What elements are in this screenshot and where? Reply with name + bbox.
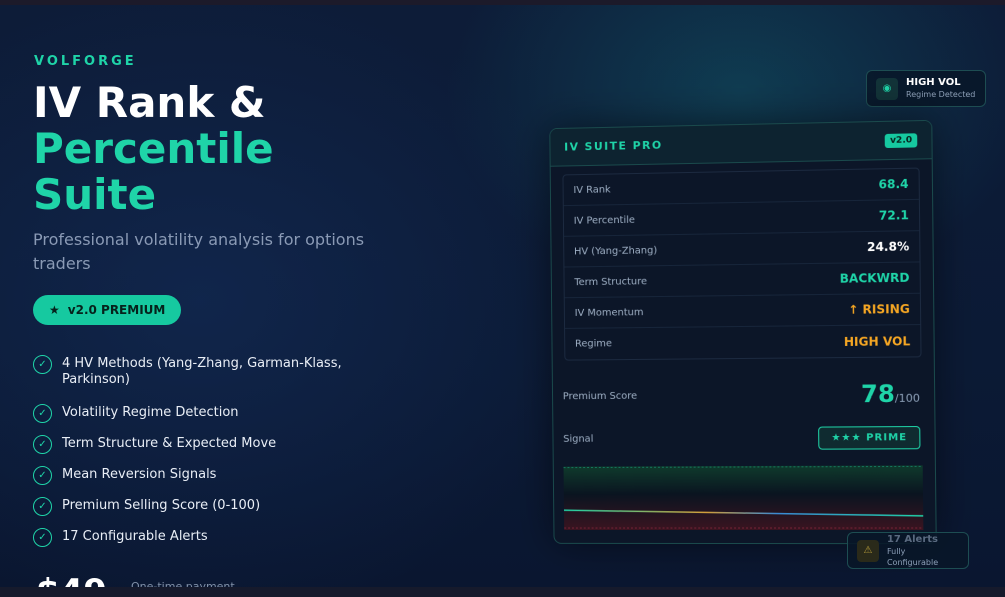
metric-value: 24.8% (866, 239, 910, 255)
bottom-bar (0, 587, 1005, 597)
mini-chart-svg (563, 465, 924, 531)
premium-badge: ★ v2.0 PREMIUM (33, 295, 182, 325)
alerts-chip: ⚠ 17 Alerts Fully Configurable (847, 532, 969, 569)
feature-text: 17 Configurable Alerts (62, 529, 208, 544)
indicator-panel: IV SUITE PRO v2.0 IV Rank 68.4 IV Percen… (549, 119, 937, 545)
metric-label: IV Rank (573, 183, 611, 196)
hero-line-1: IV Rank & (33, 78, 266, 127)
chart-upper-zone (563, 465, 923, 495)
metrics-table: IV Rank 68.4 IV Percentile 72.1 HV (Yang… (562, 167, 922, 361)
feature-text: Premium Selling Score (0-100) (62, 498, 261, 513)
feature-text: Volatility Regime Detection (62, 405, 239, 420)
metric-label: HV (Yang-Zhang) (573, 244, 658, 257)
metric-label: IV Percentile (573, 214, 636, 227)
feature-text: Mean Reversion Signals (62, 467, 217, 482)
metric-label: Term Structure (574, 275, 648, 288)
metric-label: Regime (574, 338, 613, 350)
signal-badge[interactable]: ★★★ PRIME (818, 426, 921, 450)
hero-subtitle: Professional volatility analysis for opt… (33, 230, 365, 273)
panel-title: IV SUITE PRO (564, 138, 663, 154)
metric-value: HIGH VOL (843, 333, 911, 349)
check-icon: ✓ (33, 355, 52, 374)
feature-item: ✓ 4 HV Methods (Yang-Zhang, Garman-Klass… (33, 355, 393, 388)
hero-line-3: Suite (33, 170, 157, 219)
iv-mini-chart (563, 465, 924, 531)
alerts-chip-subtitle: Fully Configurable (886, 546, 939, 567)
warning-icon: ⚠ (857, 539, 879, 562)
badge-label: v2.0 PREMIUM (67, 303, 166, 317)
signal-row: Signal ★★★ PRIME (553, 426, 934, 451)
check-icon: ✓ (33, 466, 52, 485)
feature-text: 4 HV Methods (Yang-Zhang, Garman-Klass, … (62, 356, 342, 387)
check-icon: ✓ (33, 435, 52, 454)
feature-item: ✓ Term Structure & Expected Move (33, 435, 393, 454)
check-icon: ✓ (33, 528, 52, 547)
check-icon: ✓ (33, 404, 52, 423)
metric-row: IV Momentum ↑ RISING (564, 293, 921, 329)
metric-row: HV (Yang-Zhang) 24.8% (564, 231, 920, 268)
feature-item: ✓ Premium Selling Score (0-100) (33, 497, 393, 516)
metric-row: Term Structure BACKWRD (564, 262, 920, 299)
metric-row: Regime HIGH VOL (565, 325, 920, 360)
panel-header: IV SUITE PRO v2.0 (550, 120, 932, 167)
version-badge: v2.0 (884, 132, 918, 148)
metric-value: 72.1 (878, 208, 909, 223)
feature-item: ✓ Mean Reversion Signals (33, 466, 393, 485)
hero-title: IV Rank & Percentile Suite (33, 80, 274, 218)
feature-item: ✓ Volatility Regime Detection (33, 404, 393, 423)
premium-score-row: Premium Score 78/100 (553, 379, 934, 410)
regime-chip-title: HIGH VOL (906, 77, 961, 88)
top-bar (0, 0, 1005, 5)
regime-chip: ◉ HIGH VOL Regime Detected (866, 70, 986, 107)
signal-label: Signal (563, 433, 594, 445)
premium-score-value: 78 (860, 379, 895, 409)
regime-chip-subtitle: Regime Detected (906, 90, 976, 99)
premium-score: 78/100 (860, 379, 921, 409)
brand-label: VOLFORGE (34, 54, 137, 69)
star-icon: ★ (49, 303, 60, 317)
metric-label: IV Momentum (574, 306, 644, 319)
feature-text: Term Structure & Expected Move (62, 436, 277, 451)
hero-line-2: Percentile (33, 124, 274, 173)
metric-value: 68.4 (878, 176, 909, 192)
feature-list: ✓ 4 HV Methods (Yang-Zhang, Garman-Klass… (33, 355, 393, 547)
premium-score-max: /100 (894, 391, 921, 405)
alerts-chip-title: 17 Alerts (886, 533, 938, 545)
check-icon: ✓ (33, 497, 52, 516)
metric-value: ↑ RISING (848, 301, 910, 317)
feature-item: ✓ 17 Configurable Alerts (33, 528, 393, 547)
metric-value: BACKWRD (839, 270, 910, 286)
premium-score-label: Premium Score (562, 390, 638, 402)
chart-lower-zone (563, 493, 924, 531)
radio-icon: ◉ (876, 77, 898, 100)
